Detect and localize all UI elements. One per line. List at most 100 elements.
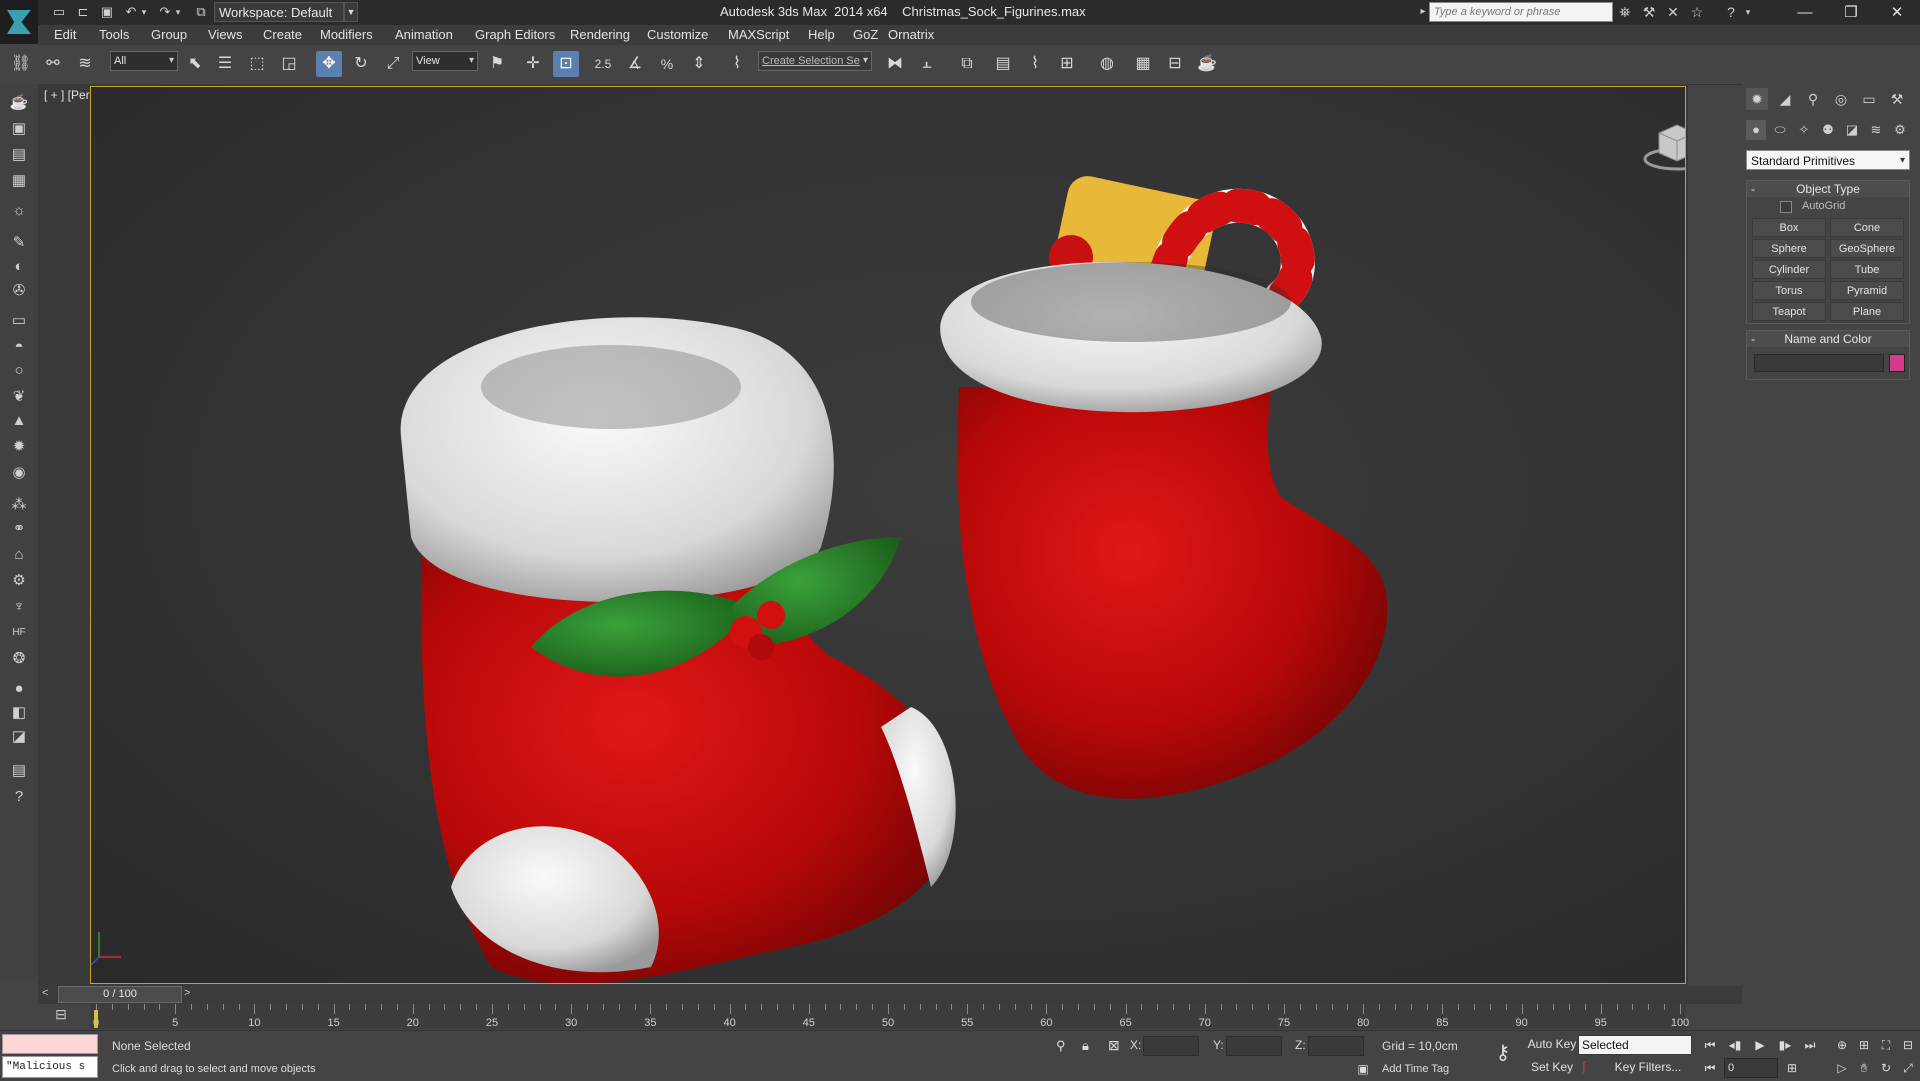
film-reel-icon[interactable]: ✇ (8, 280, 30, 302)
subscription-center-icon[interactable]: ⚒ (1638, 2, 1660, 22)
time-slider[interactable] (38, 986, 1742, 1004)
menu-edit[interactable]: Edit (54, 25, 76, 45)
time-slider-next-arrow[interactable]: > (184, 987, 190, 999)
keyword-search-input[interactable]: Type a keyword or phrase (1429, 2, 1613, 22)
default-in-out-tangent-icon[interactable]: ∫ (1582, 1059, 1586, 1074)
menu-tools[interactable]: Tools (99, 25, 129, 45)
hair-fur-icon[interactable]: HF (8, 622, 30, 644)
z-coordinate-input[interactable] (1308, 1036, 1364, 1056)
search-expand-icon[interactable]: ▸ (1418, 2, 1428, 22)
shapes-icon[interactable]: ⬭ (1770, 120, 1790, 140)
plane-button[interactable]: Plane (1830, 302, 1904, 321)
rectangular-selection-icon[interactable]: ⬚ (244, 51, 270, 77)
light-bulb-icon[interactable]: ☼ (8, 200, 30, 222)
isolate-selection-icon[interactable]: ⚲ (1056, 1038, 1066, 1054)
help-icon[interactable]: ? (1720, 2, 1742, 22)
helper-icon[interactable]: ⌂ (8, 544, 30, 566)
maxscript-listener-input[interactable] (2, 1034, 98, 1054)
menu-maxscript[interactable]: MAXScript (728, 25, 789, 45)
select-and-move-icon[interactable]: ✥ (316, 51, 342, 77)
set-key-mode-key-icon[interactable]: ⚷ (1488, 1040, 1518, 1070)
motion-tab-icon[interactable]: ◎ (1830, 88, 1852, 110)
minimize-button[interactable]: — (1782, 0, 1828, 25)
bind-to-space-warp-icon[interactable]: ≋ (72, 51, 98, 77)
create-tab-icon[interactable]: ✹ (1746, 88, 1768, 110)
render-frame-icon[interactable]: ◪ (8, 726, 30, 748)
unlink-selection-icon[interactable]: ⚯ (40, 51, 66, 77)
autogrid-checkbox[interactable] (1780, 201, 1792, 213)
teapot-icon[interactable]: ☕ (8, 92, 30, 114)
time-tag-icon[interactable]: ▣ (1354, 1062, 1372, 1080)
orbit-icon[interactable]: ↻ (1876, 1058, 1896, 1078)
play-icon[interactable]: ▶ (1750, 1035, 1770, 1055)
angle-snap-icon[interactable]: ∡ (622, 51, 648, 77)
workspace-dropdown[interactable]: Workspace: Default (214, 2, 344, 22)
menu-customize[interactable]: Customize (647, 25, 708, 45)
redo-dropdown-icon[interactable]: ▾ (173, 3, 183, 21)
menu-views[interactable]: Views (208, 25, 242, 45)
cameras-icon[interactable]: ⚉ (1818, 120, 1838, 140)
add-time-tag[interactable]: Add Time Tag (1382, 1063, 1449, 1075)
pan-view-icon[interactable]: ✋︎ (1854, 1058, 1874, 1078)
snaps-toggle-icon[interactable]: 2.5 (590, 51, 616, 77)
sphere-object-icon[interactable]: ○ (8, 360, 30, 382)
select-and-manipulate-icon[interactable]: ✛ (520, 51, 546, 77)
pyramid-button[interactable]: Pyramid (1830, 281, 1904, 300)
shader-ball-icon[interactable]: ● (8, 678, 30, 700)
graphite-ribbon-icon[interactable]: ▤ (990, 51, 1016, 77)
utilities-tab-icon[interactable]: ⚒ (1886, 88, 1908, 110)
stocking-with-gifts[interactable] (940, 172, 1388, 799)
help-circle-icon[interactable]: ? (8, 786, 30, 808)
close-button[interactable]: ✕ (1874, 0, 1920, 25)
layer-manager-icon[interactable]: ⧉ (954, 51, 980, 77)
menu-ornatrix[interactable]: Ornatrix (888, 25, 934, 45)
project-folder-icon[interactable]: ⧉ (192, 3, 210, 21)
particles-icon[interactable]: ⁂ (8, 494, 30, 516)
ornatrix-icon[interactable]: ❂ (8, 648, 30, 670)
primitive-category-dropdown[interactable]: Standard Primitives (1746, 150, 1910, 171)
select-and-scale-icon[interactable]: ⤢ (380, 51, 406, 77)
teapot-object-icon[interactable]: ❦ (8, 386, 30, 408)
torus-button[interactable]: Torus (1752, 281, 1826, 300)
dynamics-icon[interactable]: ⚭ (8, 518, 30, 540)
tube-button[interactable]: Tube (1830, 260, 1904, 279)
sun-light-icon[interactable]: ✹ (8, 436, 30, 458)
key-mode-toggle-icon[interactable]: ⏮ (1700, 1058, 1720, 1078)
helpers-icon[interactable]: ◪ (1842, 120, 1862, 140)
teapot-button[interactable]: Teapot (1752, 302, 1826, 321)
app-menu-button[interactable] (0, 0, 38, 44)
render-icon[interactable]: ▣ (8, 118, 30, 140)
render-setup-icon[interactable]: ▦ (1130, 51, 1156, 77)
hair-icon[interactable]: ♆ (8, 596, 30, 618)
menu-modifiers[interactable]: Modifiers (320, 25, 373, 45)
plane-object-icon[interactable]: ▭ (8, 310, 30, 332)
mirror-icon[interactable]: ⧓ (882, 51, 908, 77)
cone-button[interactable]: Cone (1830, 218, 1904, 237)
zoom-icon[interactable]: ⊕ (1832, 1035, 1852, 1055)
edit-named-selection-icon[interactable]: ⌇ (724, 51, 750, 77)
space-warps-icon[interactable]: ≋ (1866, 120, 1886, 140)
new-file-icon[interactable]: ▭ (50, 3, 68, 21)
maxscript-output[interactable]: "Malicious s (2, 1056, 98, 1078)
use-pivot-center-icon[interactable]: ⚑ (484, 51, 510, 77)
hierarchy-tab-icon[interactable]: ⚲ (1802, 88, 1824, 110)
x-coordinate-input[interactable] (1143, 1036, 1199, 1056)
zoom-extents-all-icon[interactable]: ⊟ (1898, 1035, 1918, 1055)
perspective-viewport[interactable] (90, 86, 1686, 984)
menu-animation[interactable]: Animation (395, 25, 453, 45)
current-frame-input[interactable]: 0 (1724, 1058, 1778, 1078)
previous-frame-icon[interactable]: ◂▮ (1725, 1035, 1745, 1055)
favorites-star-icon[interactable]: ☆ (1686, 2, 1708, 22)
viewcube[interactable] (1641, 121, 1685, 171)
zoom-extents-icon[interactable]: ⛶ (1876, 1035, 1896, 1055)
box-button[interactable]: Box (1752, 218, 1826, 237)
undo-icon[interactable]: ↶ (122, 3, 140, 21)
help-dropdown-icon[interactable]: ▾ (1742, 2, 1754, 22)
modify-tab-icon[interactable]: ◢ (1774, 88, 1796, 110)
lights-icon[interactable]: ✧ (1794, 120, 1814, 140)
open-mini-curve-editor-icon[interactable]: ⊟ (48, 1006, 74, 1026)
rendered-frame-window-icon[interactable]: ⊟ (1162, 51, 1188, 77)
menu-graph-editors[interactable]: Graph Editors (475, 25, 555, 45)
time-slider-thumb[interactable]: 0 / 100 (58, 986, 182, 1003)
selection-filter-dropdown[interactable]: All (110, 51, 178, 71)
